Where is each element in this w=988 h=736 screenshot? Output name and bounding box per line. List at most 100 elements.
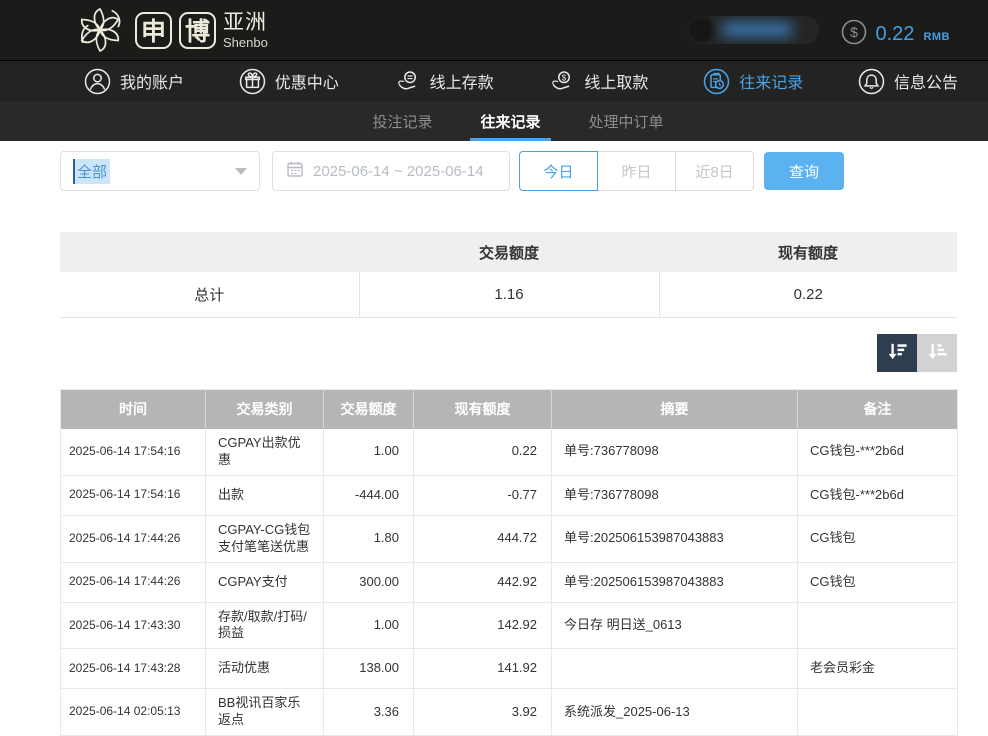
nav-item-label: 线上存款: [430, 69, 494, 93]
summary-table: 交易额度 现有额度 总计 1.16 0.22: [60, 232, 957, 318]
table-row: 2025-06-14 17:54:16 出款 -444.00 -0.77 单号:…: [61, 475, 958, 515]
cell-trade-amount: 3.36: [324, 689, 414, 736]
cell-time: 2025-06-14 17:54:16: [61, 475, 206, 515]
cell-trade-amount: 1.00: [324, 602, 414, 649]
cell-current-amount: -0.77: [414, 475, 552, 515]
sort-descending-icon: [886, 340, 909, 366]
nav-item-label: 信息公告: [894, 69, 958, 93]
quick-date-buttons: 今日 昨日 近8日: [519, 151, 754, 191]
cell-time: 2025-06-14 17:43:30: [61, 602, 206, 649]
svg-text:$: $: [850, 24, 858, 40]
cell-current-amount: 444.72: [414, 515, 552, 562]
yesterday-button[interactable]: 昨日: [597, 151, 676, 191]
balance-amount: 0.22: [876, 23, 915, 46]
username-blur-blob: [721, 23, 793, 36]
col-header-trade-amount: 交易额度: [324, 389, 414, 429]
table-row: 2025-06-14 17:43:30 存款/取款/打码/损益 1.00 142…: [61, 602, 958, 649]
nav-item-announcements[interactable]: 信息公告: [858, 68, 958, 95]
date-range-value: 2025-06-14 ~ 2025-06-14: [313, 163, 484, 180]
type-select[interactable]: 全部: [60, 151, 260, 191]
nav-item-my-account[interactable]: 我的账户: [84, 68, 184, 95]
last-8-days-button[interactable]: 近8日: [675, 151, 754, 191]
search-button[interactable]: 查询: [764, 152, 844, 190]
sort-ascending-button[interactable]: [917, 334, 957, 372]
nav-item-label: 优惠中心: [275, 69, 339, 93]
wallet-balance[interactable]: $ 0.22 RMB: [841, 14, 951, 46]
cell-trade-amount: -444.00: [324, 475, 414, 515]
col-header-summary: 摘要: [552, 389, 798, 429]
summary-trade-amount: 1.16: [359, 272, 659, 317]
avatar: [688, 17, 714, 43]
records-table: 时间 交易类别 交易额度 现有额度 摘要 备注 2025-06-14 17:54…: [60, 389, 958, 736]
cell-remark: [798, 602, 958, 649]
cell-category: CGPAY-CG钱包支付笔笔送优惠: [206, 515, 324, 562]
nav-item-deposit[interactable]: 线上存款: [394, 68, 494, 95]
col-header-category: 交易类别: [206, 389, 324, 429]
table-row: 2025-06-14 17:54:16 CGPAY出款优惠 1.00 0.22 …: [61, 429, 958, 475]
cell-category: 存款/取款/打码/损益: [206, 602, 324, 649]
cell-category: CGPAY支付: [206, 562, 324, 602]
cell-time: 2025-06-14 17:44:26: [61, 515, 206, 562]
records-clipboard-clock-icon: [703, 68, 730, 95]
logo-char-shen: 申: [135, 12, 172, 49]
nav-item-withdraw[interactable]: $ 线上取款: [548, 68, 648, 95]
cell-trade-amount: 1.00: [324, 429, 414, 475]
today-button[interactable]: 今日: [519, 151, 598, 191]
chevron-down-icon: [235, 168, 247, 175]
main-nav: 我的账户 优惠中心 线上存款: [0, 60, 988, 101]
cell-current-amount: 0.22: [414, 429, 552, 475]
nav-item-label: 我的账户: [120, 69, 184, 93]
sort-ascending-icon: [926, 340, 949, 366]
logo-subtitle: Shenbo: [223, 36, 268, 49]
summary-current-amount: 0.22: [659, 272, 957, 317]
summary-total-row: 总计 1.16 0.22: [60, 272, 957, 317]
cell-summary: 系统派发_2025-06-13: [552, 689, 798, 736]
cell-trade-amount: 1.80: [324, 515, 414, 562]
logo-region-label: 亚洲: [223, 12, 268, 33]
cell-trade-amount: 300.00: [324, 562, 414, 602]
date-range-input[interactable]: 2025-06-14 ~ 2025-06-14: [272, 151, 510, 191]
withdraw-hand-coin-icon: $: [548, 68, 575, 95]
bell-icon: [858, 68, 885, 95]
cell-remark: CG钱包-***2b6d: [798, 475, 958, 515]
brand-logo[interactable]: 申 博 亚洲 Shenbo: [72, 2, 268, 58]
calendar-icon: [286, 160, 304, 183]
balance-currency: RMB: [923, 31, 950, 43]
cell-summary: [552, 649, 798, 689]
summary-total-label: 总计: [60, 272, 359, 317]
table-row: 2025-06-14 17:43:28 活动优惠 138.00 141.92 老…: [61, 649, 958, 689]
cell-current-amount: 442.92: [414, 562, 552, 602]
cell-category: 出款: [206, 475, 324, 515]
cell-remark: CG钱包: [798, 515, 958, 562]
cell-time: 2025-06-14 02:05:13: [61, 689, 206, 736]
cell-current-amount: 142.92: [414, 602, 552, 649]
tab-betting-records[interactable]: 投注记录: [366, 101, 438, 141]
cell-summary: 单号:736778098: [552, 429, 798, 475]
filter-row: 全部 2025-06-14 ~ 2025-06-14 今日 昨日 近8日 查询: [60, 151, 988, 191]
record-subtabs: 投注记录 往来记录 处理中订单: [0, 101, 988, 141]
nav-item-label: 线上取款: [584, 69, 648, 93]
cell-time: 2025-06-14 17:43:28: [61, 649, 206, 689]
username-blurred[interactable]: [687, 16, 819, 44]
svg-text:$: $: [562, 73, 567, 82]
summary-header-trade-amount: 交易额度: [359, 232, 659, 272]
tab-pending-orders[interactable]: 处理中订单: [583, 101, 670, 141]
type-select-value: 全部: [73, 159, 110, 184]
cell-trade-amount: 138.00: [324, 649, 414, 689]
cell-summary: 今日存 明日送_0613: [552, 602, 798, 649]
nav-item-promotions[interactable]: 优惠中心: [239, 68, 339, 95]
table-row: 2025-06-14 17:44:26 CGPAY-CG钱包支付笔笔送优惠 1.…: [61, 515, 958, 562]
cell-summary: 单号:736778098: [552, 475, 798, 515]
col-header-remark: 备注: [798, 389, 958, 429]
tab-transaction-records[interactable]: 往来记录: [474, 101, 546, 141]
cell-current-amount: 141.92: [414, 649, 552, 689]
main-content: 全部 2025-06-14 ~ 2025-06-14 今日 昨日 近8日 查询: [0, 141, 988, 736]
cell-summary: 单号:202506153987043883: [552, 562, 798, 602]
records-header-row: 时间 交易类别 交易额度 现有额度 摘要 备注: [61, 389, 958, 429]
nav-item-transaction-records[interactable]: 往来记录: [703, 68, 803, 95]
table-row: 2025-06-14 17:44:26 CGPAY支付 300.00 442.9…: [61, 562, 958, 602]
logo-char-bo: 博: [179, 12, 216, 49]
sort-descending-button[interactable]: [877, 334, 917, 372]
cell-remark: 老会员彩金: [798, 649, 958, 689]
user-icon: [84, 68, 111, 95]
